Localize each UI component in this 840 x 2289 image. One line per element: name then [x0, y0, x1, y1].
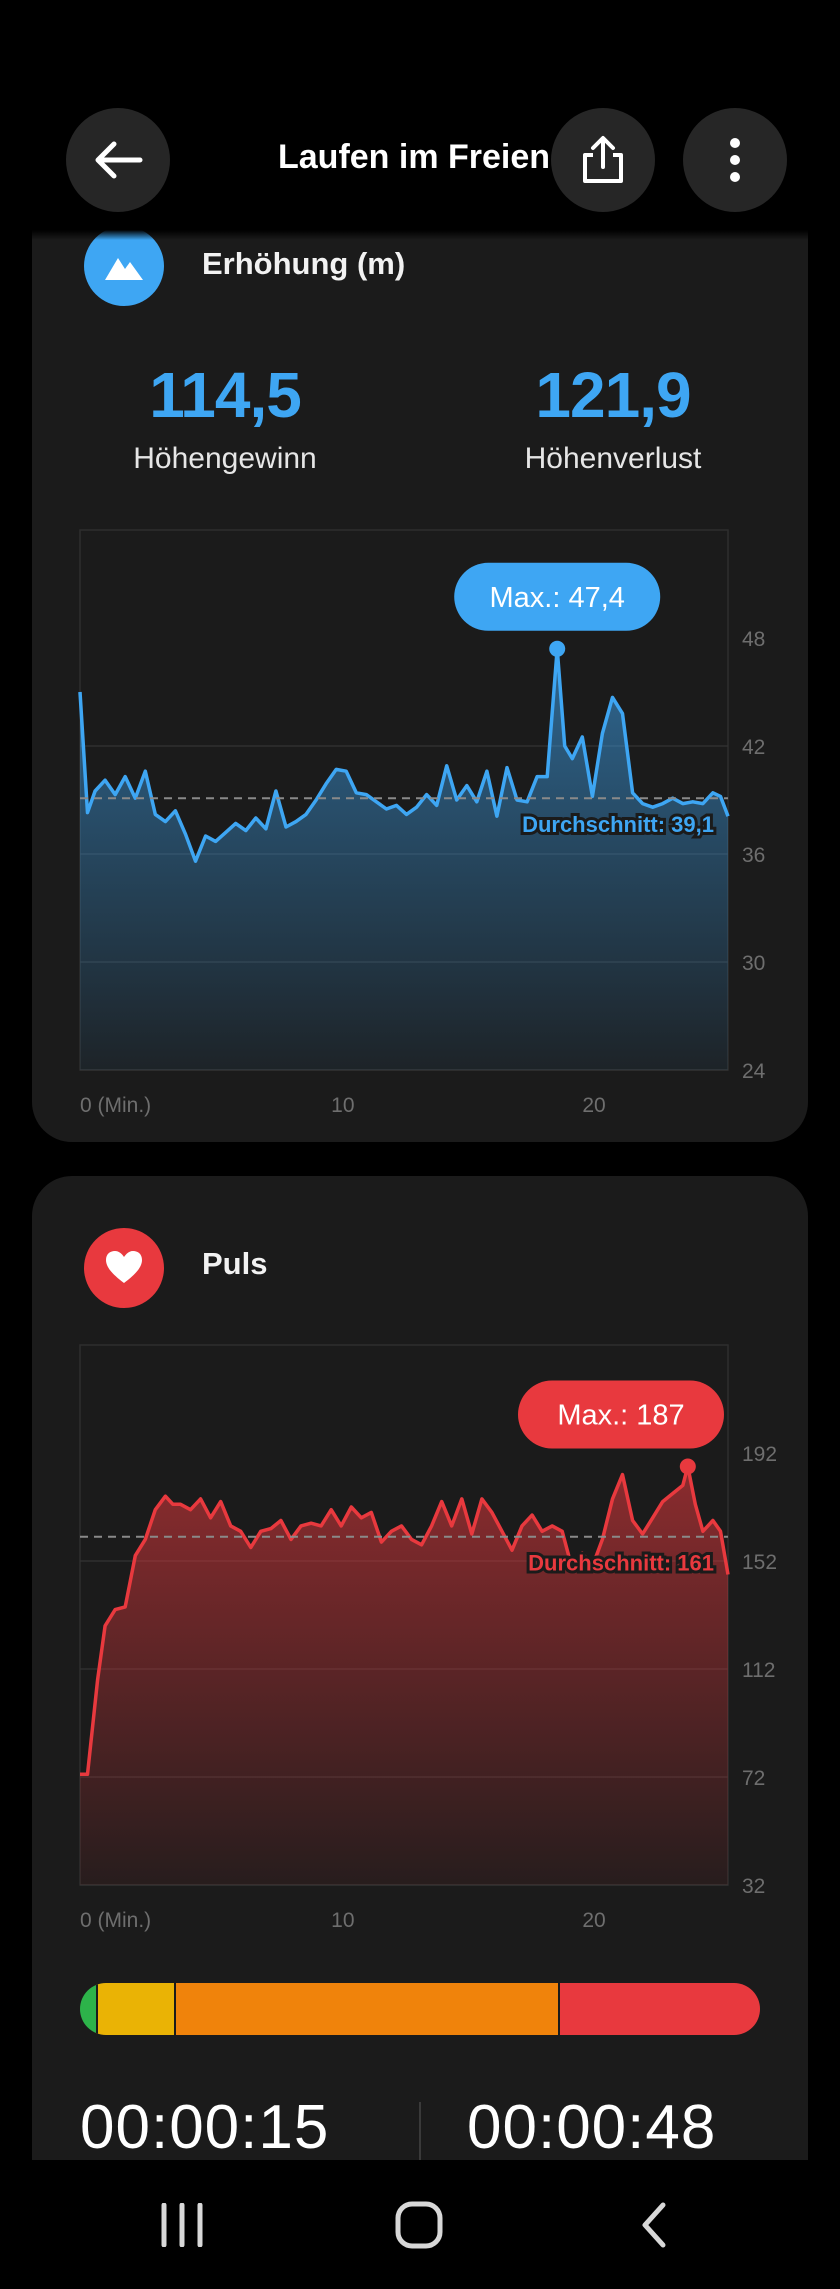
top-app-bar: Laufen im Freien	[0, 0, 840, 240]
average-label: Durchschnitt: 39,1	[522, 812, 714, 837]
zone-time-right: 00:00:48	[467, 2093, 717, 2160]
recent-apps-button[interactable]	[122, 2190, 242, 2260]
more-vertical-icon	[730, 138, 740, 182]
scroll-content[interactable]: Erhöhung (m) 114,5 Höhengewinn 121,9 Höh…	[0, 0, 840, 2160]
y-tick-label: 42	[742, 736, 765, 759]
heart-icon	[84, 1228, 164, 1308]
y-tick-label: 192	[742, 1443, 777, 1466]
max-point	[679, 1458, 696, 1475]
elevation-title: Erhöhung (m)	[202, 246, 406, 281]
y-tick-label: 72	[742, 1767, 765, 1790]
x-tick-label: 0 (Min.)	[80, 1909, 151, 1932]
heart-rate-zone-bar	[80, 1983, 760, 2035]
y-tick-label: 24	[742, 1060, 766, 1083]
time-divider	[419, 2102, 421, 2160]
y-tick-label: 48	[742, 628, 765, 651]
y-tick-label: 36	[742, 844, 765, 867]
max-point	[549, 640, 566, 657]
share-button[interactable]	[551, 108, 655, 212]
home-button[interactable]	[359, 2190, 479, 2260]
elevation-gain-label: Höhengewinn	[133, 442, 317, 475]
x-tick-label: 20	[582, 1909, 605, 1932]
x-tick-label: 10	[331, 1094, 354, 1117]
elevation-gain-value: 114,5	[149, 359, 302, 431]
y-tick-label: 32	[742, 1875, 765, 1898]
elevation-chart[interactable]: 48 42 36 30 24 0 (Min.) 10 20 Durchschnitt: 39,1…	[0, 529, 840, 1130]
arrow-left-icon	[95, 141, 143, 179]
pulse-chart[interactable]: 192 152 112 72 32 0 (Min.) 10 20 Durchschnitt: 1…	[0, 1344, 840, 1945]
recent-apps-icon	[161, 2203, 203, 2247]
pulse-title: Puls	[202, 1246, 268, 1281]
page-title: Laufen im Freien	[278, 138, 551, 176]
x-tick-label: 20	[582, 1094, 605, 1117]
max-label: Max.: 187	[557, 1400, 684, 1432]
zone-segment	[95, 1983, 174, 2035]
back-chevron-icon	[642, 2202, 666, 2248]
x-tick-label: 10	[331, 1909, 354, 1932]
max-label: Max.: 47,4	[490, 582, 625, 614]
back-button[interactable]	[66, 108, 170, 212]
average-label: Durchschnitt: 161	[528, 1551, 714, 1576]
system-navigation-bar	[0, 2160, 840, 2289]
series-area	[80, 648, 728, 1070]
system-back-button[interactable]	[594, 2190, 714, 2260]
zone-segment	[173, 1983, 558, 2035]
y-tick-label: 112	[742, 1659, 775, 1682]
share-icon	[583, 136, 623, 183]
elevation-loss-label: Höhenverlust	[524, 442, 702, 475]
zone-segment	[558, 1983, 760, 2035]
y-tick-label: 30	[742, 952, 765, 975]
x-tick-label: 0 (Min.)	[80, 1094, 151, 1117]
zone-time-left: 00:00:15	[80, 2093, 330, 2160]
elevation-loss-value: 121,9	[535, 359, 691, 431]
home-icon	[395, 2201, 443, 2249]
y-tick-label: 152	[742, 1551, 777, 1574]
more-options-button[interactable]	[683, 108, 787, 212]
